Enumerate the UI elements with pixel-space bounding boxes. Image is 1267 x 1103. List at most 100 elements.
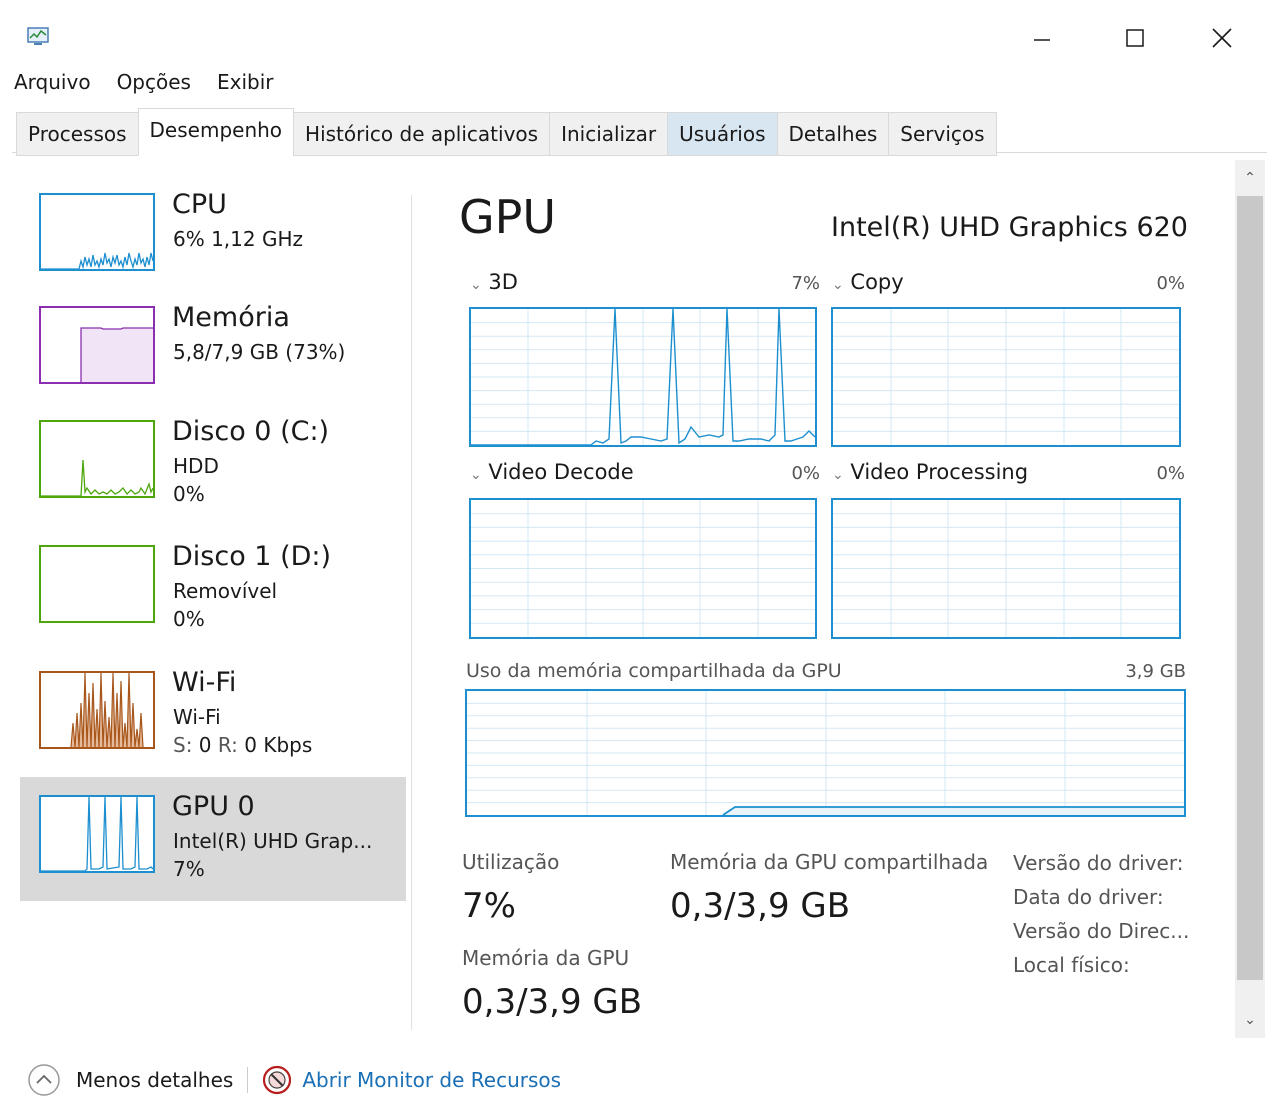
gpu-thumbnail-graph [39,795,155,873]
disk0-title: Disco 0 (C:) [172,416,330,447]
sidebar-item-disk-1[interactable]: Disco 1 (D:) Removível 0% [20,527,406,651]
graph-video-decode-label: Video Decode [488,460,634,484]
menu-arquivo[interactable]: Arquivo [14,70,91,102]
disk1-type: Removível [173,579,278,603]
title-bar [12,10,1267,66]
menu-bar: Arquivo Opções Exibir [14,70,273,102]
sidebar-item-disk-0[interactable]: Disco 0 (C:) HDD 0% [20,402,406,526]
sidebar-divider [411,195,412,1030]
open-resource-monitor-link[interactable]: Abrir Monitor de Recursos [262,1065,561,1095]
cpu-title: CPU [172,189,227,220]
task-manager-window: Arquivo Opções Exibir Processos Desempen… [0,0,1267,1103]
driver-version-label: Versão do driver: [1013,851,1184,875]
wifi-send-label: S: [173,733,193,757]
wifi-adapter: Wi-Fi [173,705,221,729]
graph-video-processing-pct: 0% [1156,463,1185,484]
graph-video-processing [831,498,1181,639]
disk0-usage: 0% [173,482,205,506]
shared-memory-label: Uso da memória compartilhada da GPU [466,660,842,682]
engine-selector-3d[interactable]: ⌄ 3D [470,270,518,294]
wifi-title: Wi-Fi [172,667,237,698]
tab-detalhes[interactable]: Detalhes [776,112,890,156]
gpu-model: Intel(R) UHD Grap... [173,829,373,853]
task-manager-app-icon [27,27,49,45]
wifi-receive-label: R: [217,733,238,757]
open-resource-monitor-label: Abrir Monitor de Recursos [302,1068,562,1092]
less-details-button[interactable]: Menos detalhes [12,1062,233,1098]
shared-gpu-memory-value: 0,3/3,9 GB [670,886,851,926]
wifi-thumbnail-graph [39,671,155,749]
footer-separator [247,1067,249,1093]
tab-strip: Processos Desempenho Histórico de aplica… [16,108,997,156]
graph-video-processing-label: Video Processing [850,460,1029,484]
menu-exibir[interactable]: Exibir [217,70,274,102]
cpu-thumbnail-graph [39,193,155,271]
resource-monitor-icon [263,1065,292,1095]
scroll-down-icon[interactable]: ⌄ [1240,1010,1260,1030]
maximize-icon [1126,29,1144,47]
main-title: GPU [459,190,557,244]
utilization-value: 7% [462,886,516,926]
gpu-title: GPU 0 [172,791,255,822]
gpu-usage: 7% [173,857,205,881]
sidebar-item-wifi[interactable]: Wi-Fi Wi-Fi S: 0 R: 0 Kbps [20,653,406,777]
shared-memory-graph [465,689,1186,817]
wifi-receive-value: 0 Kbps [244,733,313,757]
less-details-label: Menos detalhes [76,1068,234,1092]
graph-3d-label: 3D [488,270,518,294]
graph-3d [469,307,817,447]
vertical-scrollbar[interactable]: ⌃ ⌄ [1235,160,1265,1038]
chevron-down-icon: ⌄ [832,277,844,293]
disk1-usage: 0% [173,607,205,631]
memory-usage: 5,8/7,9 GB (73%) [173,340,346,364]
graph-copy-label: Copy [850,270,904,294]
tab-inicializar[interactable]: Inicializar [549,112,669,156]
memory-thumbnail-graph [39,306,155,384]
menu-opcoes[interactable]: Opções [117,70,191,102]
cpu-usage: 6% 1,12 GHz [173,227,304,251]
directx-version-label: Versão do Direc... [1013,919,1190,943]
minimize-icon [1034,39,1050,41]
disk1-title: Disco 1 (D:) [172,541,332,572]
tab-usuarios[interactable]: Usuários [667,112,778,156]
chevron-down-icon: ⌄ [470,277,482,293]
minimize-button[interactable] [1022,20,1062,56]
wifi-send-value: 0 [198,733,212,757]
chevron-down-icon: ⌄ [470,467,482,483]
graph-copy-pct: 0% [1156,273,1185,294]
utilization-label: Utilização [462,850,560,874]
sidebar-item-memory[interactable]: Memória 5,8/7,9 GB (73%) [20,288,406,412]
disk0-thumbnail-graph [39,420,155,498]
graph-3d-pct: 7% [791,273,820,294]
driver-date-label: Data do driver: [1013,885,1164,909]
gpu-memory-value: 0,3/3,9 GB [462,982,643,1022]
disk0-type: HDD [173,454,219,478]
tab-desempenho[interactable]: Desempenho [137,108,295,156]
engine-selector-video-processing[interactable]: ⌄ Video Processing [832,460,1028,484]
wifi-throughput: S: 0 R: 0 Kbps [173,733,312,757]
tab-processos[interactable]: Processos [16,112,139,156]
disk1-thumbnail-graph [39,545,155,623]
gpu-memory-label: Memória da GPU [462,946,630,970]
gpu-name: Intel(R) UHD Graphics 620 [831,212,1188,243]
graph-video-decode [469,498,817,639]
chevron-down-icon: ⌄ [832,467,844,483]
shared-gpu-memory-label: Memória da GPU compartilhada [670,850,989,874]
footer-bar: Menos detalhes Abrir Monitor de Recursos [12,1060,612,1100]
chevron-up-circle-icon [28,1064,60,1096]
graph-video-decode-pct: 0% [791,463,820,484]
close-icon [1212,28,1232,48]
tab-historico[interactable]: Histórico de aplicativos [293,112,551,156]
scroll-thumb[interactable] [1237,196,1263,980]
engine-selector-copy[interactable]: ⌄ Copy [832,270,904,294]
shared-memory-max: 3,9 GB [1125,661,1186,682]
physical-location-label: Local físico: [1013,953,1130,977]
scroll-up-icon[interactable]: ⌃ [1240,168,1260,188]
sidebar-item-cpu[interactable]: CPU 6% 1,12 GHz [20,175,406,299]
tab-servicos[interactable]: Serviços [888,112,997,156]
graph-copy [831,307,1181,447]
maximize-button[interactable] [1115,20,1155,56]
close-button[interactable] [1202,20,1242,56]
engine-selector-video-decode[interactable]: ⌄ Video Decode [470,460,634,484]
sidebar-item-gpu-0[interactable]: GPU 0 Intel(R) UHD Grap... 7% [20,777,406,901]
